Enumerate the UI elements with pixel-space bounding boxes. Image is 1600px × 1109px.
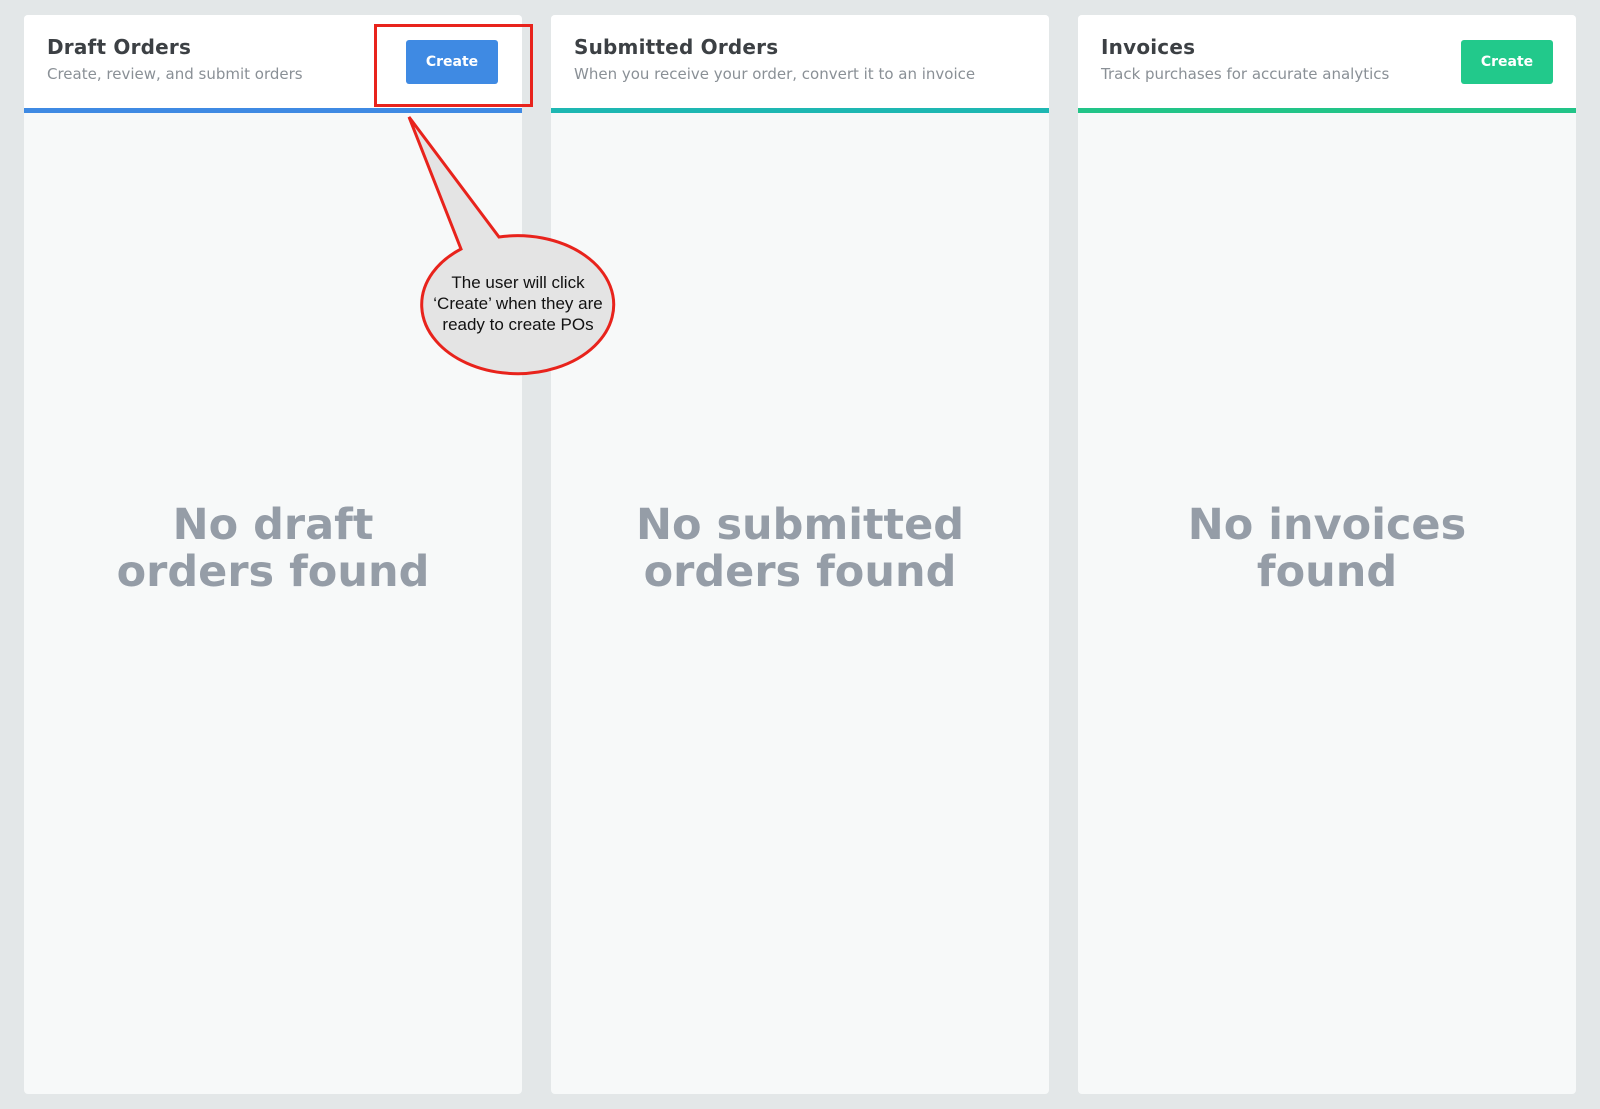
annotation-text: The user will click ‘Create’ when they a… <box>420 272 616 335</box>
annotation-line: ready to create POs <box>442 315 594 334</box>
annotation-line: ‘Create’ when they are <box>433 294 603 313</box>
annotation-speech-bubble <box>407 116 616 376</box>
annotation-callout <box>407 116 616 376</box>
annotation-line: The user will click <box>451 273 585 292</box>
